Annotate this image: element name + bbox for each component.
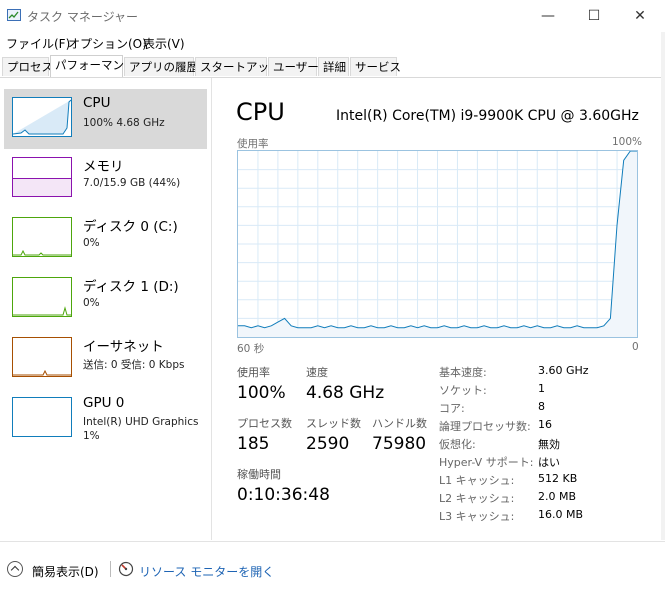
graph-label: 使用率 — [237, 138, 269, 150]
tab-bar: プロセス パフォーマンス アプリの履歴 スタートアップ ユーザー 詳細 サービス — [0, 55, 665, 78]
resource-detail: 7.0/15.9 GB (44%) — [83, 177, 181, 189]
title-bar: タスク マネージャー — ☐ ✕ — [0, 0, 665, 32]
cpu-usage-graph-svg — [238, 150, 637, 337]
resource-name: CPU — [83, 95, 111, 111]
resource-detail: 0% — [83, 297, 100, 309]
handles-value: 75980 — [372, 434, 427, 454]
detail-value: 2.0 MB — [538, 490, 577, 503]
cpu-thumb-svg — [13, 99, 71, 135]
detail-label: L1 キャッシュ: — [439, 474, 515, 487]
resource-item-cpu[interactable]: CPU 100% 4.68 GHz — [4, 89, 207, 149]
processes-label: プロセス数 — [237, 417, 292, 430]
detail-value: 1 — [538, 382, 545, 395]
window-title: タスク マネージャー — [27, 10, 138, 24]
detail-label: Hyper-V サポート: — [439, 456, 534, 469]
detail-value: はい — [538, 456, 560, 469]
detail-label: 論理プロセッサ数: — [439, 420, 531, 433]
fewer-details-button[interactable]: 簡易表示(D) — [32, 563, 99, 580]
speed-value: 4.68 GHz — [306, 383, 385, 403]
handles-label: ハンドル数 — [372, 417, 427, 430]
detail-label: ソケット: — [439, 384, 487, 397]
disk-1-thumbnail-graph — [12, 277, 72, 317]
resource-detail: 100% 4.68 GHz — [83, 117, 165, 129]
tab-users[interactable]: ユーザー — [268, 57, 319, 76]
tab-startup[interactable]: スタートアップ — [195, 57, 281, 76]
footer-divider — [110, 561, 111, 577]
menu-options[interactable]: オプション(O) — [68, 35, 147, 52]
resource-name: メモリ — [83, 159, 124, 175]
page-title: CPU — [236, 98, 285, 126]
detail-value: 8 — [538, 400, 545, 413]
resource-item-gpu[interactable]: GPU 0 Intel(R) UHD Graphics 1% — [4, 389, 207, 449]
ethernet-thumbnail-graph — [12, 337, 72, 377]
graph-max-label: 100% — [612, 136, 643, 148]
resource-item-ethernet[interactable]: イーサネット 送信: 0 受信: 0 Kbps — [4, 329, 207, 389]
detail-label: 仮想化: — [439, 438, 476, 451]
detail-value: 3.60 GHz — [538, 364, 589, 377]
tab-details[interactable]: 詳細 — [318, 57, 349, 76]
processes-value: 185 — [237, 434, 270, 454]
detail-value: 16.0 MB — [538, 508, 584, 521]
menu-view[interactable]: 表示(V) — [143, 35, 185, 52]
tab-app-history[interactable]: アプリの履歴 — [124, 57, 198, 76]
threads-value: 2590 — [306, 434, 350, 454]
usage-value: 100% — [237, 383, 286, 403]
detail-value: 16 — [538, 418, 552, 431]
resource-list: CPU 100% 4.68 GHz メモリ 7.0/15.9 GB (44%) … — [0, 78, 212, 540]
task-manager-icon — [7, 9, 21, 21]
open-resource-monitor-link[interactable]: リソース モニターを開く — [139, 563, 274, 580]
detail-label: 基本速度: — [439, 366, 487, 379]
resource-item-disk-0[interactable]: ディスク 0 (C:) 0% — [4, 209, 207, 269]
resource-name: ディスク 0 (C:) — [83, 219, 178, 235]
menu-bar: ファイル(F) オプション(O) 表示(V) — [0, 32, 665, 52]
maximize-button[interactable]: ☐ — [571, 0, 617, 32]
minimize-button[interactable]: — — [525, 0, 571, 32]
resource-name: イーサネット — [83, 339, 164, 355]
detail-label: コア: — [439, 402, 465, 415]
menu-file[interactable]: ファイル(F) — [6, 35, 70, 52]
detail-value: 無効 — [538, 438, 560, 451]
uptime-value: 0:10:36:48 — [237, 485, 330, 505]
usage-label: 使用率 — [237, 366, 270, 379]
tab-services[interactable]: サービス — [350, 57, 401, 76]
chevron-up-icon[interactable] — [7, 561, 23, 577]
resource-detail: 送信: 0 受信: 0 Kbps — [83, 359, 185, 371]
resource-item-memory[interactable]: メモリ 7.0/15.9 GB (44%) — [4, 149, 207, 209]
resource-item-disk-1[interactable]: ディスク 1 (D:) 0% — [4, 269, 207, 329]
resource-monitor-icon[interactable] — [118, 561, 134, 577]
resource-detail: 0% — [83, 237, 100, 249]
cpu-model-name: Intel(R) Core(TM) i9-9900K CPU @ 3.60GHz — [336, 108, 639, 124]
scrollbar-track[interactable] — [661, 32, 665, 540]
cpu-usage-graph — [237, 150, 638, 338]
disk-0-thumbnail-graph — [12, 217, 72, 257]
resource-name: GPU 0 — [83, 395, 125, 411]
graph-time-right: 0 — [632, 341, 639, 353]
resource-name: ディスク 1 (D:) — [83, 279, 179, 295]
tab-processes[interactable]: プロセス — [2, 57, 53, 76]
threads-label: スレッド数 — [306, 417, 361, 430]
resource-detail: Intel(R) UHD Graphics — [83, 416, 199, 428]
graph-time-left: 60 秒 — [237, 343, 265, 355]
memory-thumbnail-graph — [12, 157, 72, 197]
gpu-thumbnail-graph — [12, 397, 72, 437]
detail-label: L3 キャッシュ: — [439, 510, 515, 523]
resource-detail-usage: 1% — [83, 430, 100, 442]
detail-value: 512 KB — [538, 472, 578, 485]
detail-label: L2 キャッシュ: — [439, 492, 515, 505]
speed-label: 速度 — [306, 366, 328, 379]
close-button[interactable]: ✕ — [617, 0, 663, 32]
cpu-thumbnail-graph — [12, 97, 72, 137]
footer-bar: 簡易表示(D) リソース モニターを開く — [0, 541, 665, 597]
tab-performance[interactable]: パフォーマンス — [50, 55, 135, 77]
uptime-label: 稼働時間 — [237, 468, 281, 481]
